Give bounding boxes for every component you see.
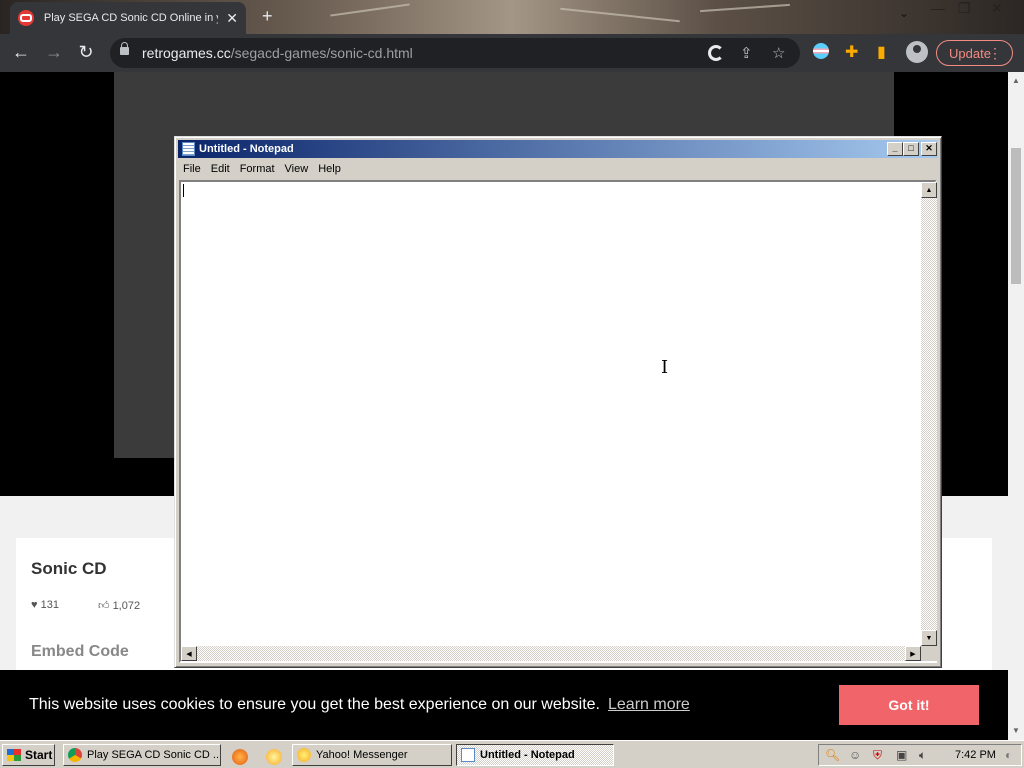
url-path: /segacd-games/sonic-cd.html	[230, 45, 413, 61]
text-caret	[183, 184, 184, 197]
browser-toolbar: ← → ↻ retrogames.cc/segacd-games/sonic-c…	[0, 34, 1024, 72]
browser-tab[interactable]: Play SEGA CD Sonic CD Online in your bro…	[10, 2, 246, 34]
search-icon[interactable]: 🔍︎	[825, 748, 840, 762]
bookmark-star-icon[interactable]: ☆	[772, 44, 785, 62]
forward-button[interactable]: →	[43, 42, 65, 63]
windows-logo-icon	[7, 749, 21, 761]
google-lens-icon[interactable]	[708, 45, 724, 61]
start-label: Start	[25, 748, 53, 762]
url-text: retrogames.cc/segacd-games/sonic-cd.html	[142, 45, 413, 61]
wallpaper-scribble	[700, 3, 790, 13]
restore-button[interactable]: ❐	[958, 0, 971, 17]
notepad-menubar: File Edit Format View Help	[178, 159, 938, 178]
embed-code-heading: Embed Code	[31, 643, 129, 660]
learn-more-link[interactable]: Learn more	[608, 696, 690, 714]
notepad-titlebar[interactable]: Untitled - Notepad _ □ ✕	[178, 140, 938, 158]
share-icon[interactable]: ⇪	[740, 44, 753, 62]
messenger-quicklaunch-icon[interactable]	[266, 749, 282, 765]
taskbar: Start Play SEGA CD Sonic CD ... Yahoo! M…	[0, 740, 1024, 768]
more-menu-icon[interactable]: ⋮	[988, 45, 1002, 62]
notepad-window: Untitled - Notepad _ □ ✕ File Edit Forma…	[174, 136, 942, 668]
network-icon[interactable]: ▣	[896, 748, 907, 762]
likes-value: 1,072	[112, 600, 141, 612]
update-button[interactable]: Update ⋮	[936, 40, 1013, 66]
browser-tabstrip: Play SEGA CD Sonic CD Online in your bro…	[0, 0, 1024, 34]
system-tray: 🔍︎ ☺ ⛨ ▣ 🔈︎ 7:42 PM ◐	[818, 744, 1022, 766]
messenger-tray-icon[interactable]: ☺	[849, 748, 861, 762]
menu-format[interactable]: Format	[235, 163, 280, 175]
taskbar-item-chrome[interactable]: Play SEGA CD Sonic CD ...	[63, 744, 221, 766]
back-button[interactable]: ←	[10, 42, 32, 63]
show-desktop-icon[interactable]: ◐	[1005, 748, 1012, 762]
url-host: retrogames.cc	[142, 45, 231, 61]
notepad-close-button[interactable]: ✕	[921, 142, 937, 156]
menu-view[interactable]: View	[280, 163, 314, 175]
scroll-right-button[interactable]: ▶	[905, 646, 921, 661]
extension-flag-icon[interactable]	[813, 43, 829, 59]
menu-edit[interactable]: Edit	[206, 163, 235, 175]
notepad-title: Untitled - Notepad	[199, 143, 294, 155]
scrollbar-thumb[interactable]	[1011, 148, 1021, 284]
profile-avatar[interactable]	[906, 41, 928, 63]
volume-icon[interactable]: 🔈︎	[919, 748, 926, 763]
scroll-down-button[interactable]: ▼	[921, 630, 937, 646]
taskbar-item-label: Yahoo! Messenger	[316, 749, 408, 761]
taskbar-item-notepad[interactable]: Untitled - Notepad	[456, 744, 614, 766]
got-it-button[interactable]: Got it!	[839, 685, 979, 725]
close-icon[interactable]: ✕	[226, 10, 238, 27]
thumbs-up-icon: 👍︎	[98, 600, 110, 612]
notepad-text-area[interactable]: ▲ ▼ ◀ ▶	[179, 180, 937, 663]
reload-button[interactable]: ↻	[75, 42, 97, 63]
security-shield-icon[interactable]: ⛨	[873, 748, 882, 763]
chrome-icon	[68, 748, 82, 762]
notepad-vertical-scrollbar[interactable]: ▲ ▼	[921, 182, 937, 646]
taskbar-item-label: Untitled - Notepad	[480, 749, 575, 761]
clock[interactable]: 7:42 PM	[955, 749, 996, 761]
scroll-up-button[interactable]: ▲	[921, 182, 937, 198]
wallpaper-scribble	[560, 7, 680, 23]
start-button[interactable]: Start	[2, 744, 55, 766]
cookie-consent-bar: This website uses cookies to ensure you …	[0, 670, 1008, 740]
side-panel-icon[interactable]: ▮	[877, 42, 886, 62]
menu-help[interactable]: Help	[313, 163, 346, 175]
extensions-puzzle-icon[interactable]: ✚	[845, 42, 858, 62]
wallpaper-scribble	[330, 3, 410, 17]
likes-count[interactable]: 👍︎ 1,072	[98, 599, 140, 612]
game-title: Sonic CD	[31, 559, 107, 578]
heart-icon: ♥	[31, 599, 38, 611]
notepad-minimize-button[interactable]: _	[887, 142, 903, 156]
scroll-left-button[interactable]: ◀	[181, 646, 197, 661]
gamepad-icon	[18, 10, 34, 26]
resize-grip[interactable]	[921, 646, 937, 661]
favorites-value: 131	[40, 599, 59, 611]
page-scrollbar[interactable]: ▲ ▼	[1008, 72, 1024, 740]
text-cursor-icon: I	[661, 357, 669, 378]
notepad-icon	[461, 748, 475, 762]
scroll-up-icon[interactable]: ▲	[1012, 76, 1020, 85]
address-bar[interactable]: retrogames.cc/segacd-games/sonic-cd.html…	[110, 38, 800, 68]
taskbar-item-label: Play SEGA CD Sonic CD ...	[87, 749, 221, 761]
menu-file[interactable]: File	[178, 163, 206, 175]
notepad-icon[interactable]	[182, 142, 195, 156]
yahoo-smiley-icon	[297, 748, 311, 762]
scroll-down-icon[interactable]: ▼	[1012, 726, 1020, 735]
cookie-message: This website uses cookies to ensure you …	[29, 696, 600, 713]
chevron-down-icon[interactable]: ⌄	[899, 6, 909, 20]
new-tab-button[interactable]: +	[262, 6, 273, 27]
minimize-button[interactable]: —	[931, 0, 945, 16]
tab-title: Play SEGA CD Sonic CD Online in your bro…	[43, 12, 218, 24]
lock-icon[interactable]	[120, 42, 129, 55]
notepad-maximize-button[interactable]: □	[903, 142, 919, 156]
notepad-horizontal-scrollbar[interactable]: ◀ ▶	[181, 646, 921, 661]
favorites-count[interactable]: ♥ 131	[31, 599, 59, 611]
firefox-icon[interactable]	[232, 749, 248, 765]
window-close-button[interactable]: ✕	[991, 0, 1003, 17]
taskbar-item-yahoo-messenger[interactable]: Yahoo! Messenger	[292, 744, 452, 766]
update-label: Update	[949, 46, 991, 61]
